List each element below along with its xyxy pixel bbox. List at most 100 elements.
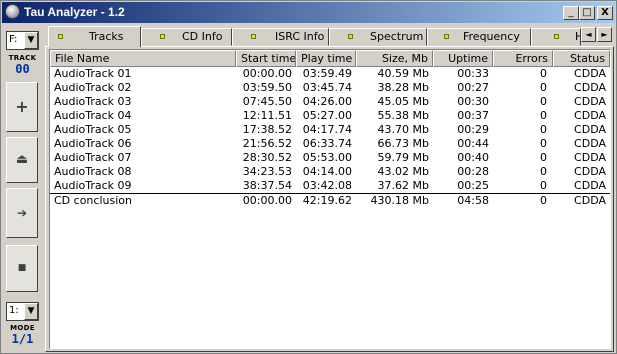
table-row[interactable]: AudioTrack 09 38:37.54 03:42.08 37.62 Mb 00:… xyxy=(50,179,610,193)
cell-play-time: 03:59.49 xyxy=(302,67,352,80)
tab-label: Frequency xyxy=(463,30,520,43)
cell-uptime: 00:25 xyxy=(457,179,489,192)
tab-scroll-left-button[interactable]: ◄ xyxy=(581,27,596,42)
cell-status: CDDA xyxy=(574,123,606,136)
status-led-icon xyxy=(251,34,256,39)
cell-uptime: 00:44 xyxy=(457,137,489,150)
column-header-status[interactable]: Status xyxy=(553,50,610,67)
column-header-errors[interactable]: Errors xyxy=(493,50,553,67)
tab-cd-info[interactable]: CD Info xyxy=(141,28,232,46)
cell-start-time: 38:37.54 xyxy=(242,179,292,192)
cell-play-time: 03:45.74 xyxy=(302,81,352,94)
cell-start-time: 07:45.50 xyxy=(242,95,292,108)
cell-start-time: 03:59.50 xyxy=(242,81,292,94)
tracks-panel: File Name Start time Play time Size, Mb … xyxy=(45,46,614,352)
cell-errors: 0 xyxy=(540,109,547,122)
cell-errors: 0 xyxy=(540,137,547,150)
cell-size: 45.05 Mb xyxy=(377,95,429,108)
table-row[interactable]: AudioTrack 07 28:30.52 05:53.00 59.79 Mb 00:… xyxy=(50,151,610,165)
cell-size: 43.70 Mb xyxy=(377,123,429,136)
table-row[interactable]: AudioTrack 05 17:38.52 04:17.74 43.70 Mb 00:… xyxy=(50,123,610,137)
cell-errors: 0 xyxy=(540,95,547,108)
cell-play-time: 06:33.74 xyxy=(302,137,352,150)
cell-start-time: 21:56.52 xyxy=(242,137,292,150)
cell-file-name: AudioTrack 09 xyxy=(54,179,132,192)
cell-status: CDDA xyxy=(574,194,606,207)
cell-file-name: CD conclusion xyxy=(54,194,132,207)
cell-play-time: 42:19.62 xyxy=(302,194,352,207)
cell-size: 59.79 Mb xyxy=(377,151,429,164)
column-header-uptime[interactable]: Uptime xyxy=(433,50,493,67)
cell-file-name: AudioTrack 04 xyxy=(54,109,132,122)
cell-play-time: 05:27.00 xyxy=(302,109,352,122)
arrow-right-icon: ► xyxy=(601,30,608,39)
cell-start-time: 34:23.53 xyxy=(242,165,292,178)
tab-label: Spectrum xyxy=(370,30,424,43)
title-bar[interactable]: Tau Analyzer - 1.2 _ □ X xyxy=(2,2,615,23)
cell-start-time: 00:00.00 xyxy=(242,194,292,207)
tab-label: Tracks xyxy=(89,30,124,43)
mode-value: 1/1 xyxy=(11,332,34,346)
column-header-start-time[interactable]: Start time xyxy=(236,50,296,67)
chevron-down-icon[interactable]: ▼ xyxy=(24,32,38,49)
table-row[interactable]: AudioTrack 03 07:45.50 04:26.00 45.05 Mb 00:… xyxy=(50,95,610,109)
close-button[interactable]: X xyxy=(597,6,613,20)
cell-size: 40.59 Mb xyxy=(377,67,429,80)
table-row[interactable]: AudioTrack 06 21:56.52 06:33.74 66.73 Mb 00:… xyxy=(50,137,610,151)
arrow-left-icon: ◄ xyxy=(585,30,592,39)
add-button[interactable]: + xyxy=(6,82,38,132)
cell-start-time: 12:11.51 xyxy=(242,109,292,122)
chevron-down-icon[interactable]: ▼ xyxy=(24,303,38,320)
next-icon: ➔ xyxy=(16,206,28,220)
status-led-icon xyxy=(58,34,63,39)
cell-status: CDDA xyxy=(574,67,606,80)
cell-start-time: 17:38.52 xyxy=(242,123,292,136)
cell-uptime: 00:30 xyxy=(457,95,489,108)
cell-uptime: 00:29 xyxy=(457,123,489,136)
column-header-play-time[interactable]: Play time xyxy=(296,50,356,67)
mode-label: MODE xyxy=(10,324,35,332)
cell-play-time: 04:17.74 xyxy=(302,123,352,136)
cell-uptime: 00:37 xyxy=(457,109,489,122)
maximize-button[interactable]: □ xyxy=(579,6,595,20)
table-row[interactable]: AudioTrack 02 03:59.50 03:45.74 38.28 Mb 00:… xyxy=(50,81,610,95)
table-row[interactable]: AudioTrack 01 00:00.00 03:59.49 40.59 Mb 00:… xyxy=(50,67,610,81)
column-header-file-name[interactable]: File Name xyxy=(50,50,236,67)
summary-row[interactable]: CD conclusion 00:00.00 42:19.62 430.18 Mb 04… xyxy=(50,193,610,208)
minimize-button[interactable]: _ xyxy=(563,6,579,20)
stop-button[interactable]: ■ xyxy=(6,245,38,292)
cell-errors: 0 xyxy=(540,194,547,207)
status-led-icon xyxy=(160,34,165,39)
table-header: File Name Start time Play time Size, Mb … xyxy=(50,50,610,67)
cell-status: CDDA xyxy=(574,165,606,178)
cell-status: CDDA xyxy=(574,151,606,164)
cell-errors: 0 xyxy=(540,81,547,94)
cell-uptime: 00:33 xyxy=(457,67,489,80)
track-label: TRACK xyxy=(8,54,37,62)
mode-select[interactable]: 1: ▼ xyxy=(6,302,39,321)
tab-label: ISRC Info xyxy=(275,30,325,43)
tab-tracks[interactable]: Tracks xyxy=(48,26,141,47)
left-control-panel: F: ▼ TRACK 00 + ⏏ ➔ ■ 1: ▼ MODE 1/1 xyxy=(4,27,41,351)
column-header-size[interactable]: Size, Mb xyxy=(356,50,433,67)
tab-h[interactable]: H xyxy=(531,28,581,46)
eject-icon: ⏏ xyxy=(15,152,29,167)
cell-size: 55.38 Mb xyxy=(377,109,429,122)
add-icon: + xyxy=(15,97,29,116)
tab-frequency[interactable]: Frequency xyxy=(427,28,531,46)
eject-button[interactable]: ⏏ xyxy=(6,137,38,183)
tab-spectrum[interactable]: Spectrum xyxy=(329,28,427,46)
tracks-table[interactable]: File Name Start time Play time Size, Mb … xyxy=(49,49,611,349)
cell-file-name: AudioTrack 02 xyxy=(54,81,132,94)
tab-scroll-right-button[interactable]: ► xyxy=(597,27,612,42)
tab-bar: Tracks CD Info ISRC Info Spectrum Freque… xyxy=(45,26,614,47)
app-window: Tau Analyzer - 1.2 _ □ X F: ▼ TRACK 00 +… xyxy=(0,0,617,354)
next-button[interactable]: ➔ xyxy=(6,188,38,238)
tab-isrc-info[interactable]: ISRC Info xyxy=(232,28,329,46)
status-led-icon xyxy=(348,34,353,39)
tab-label: CD Info xyxy=(182,30,223,43)
drive-select[interactable]: F: ▼ xyxy=(6,31,39,50)
mode-select-value: 1: xyxy=(9,305,19,316)
table-row[interactable]: AudioTrack 04 12:11.51 05:27.00 55.38 Mb 00:… xyxy=(50,109,610,123)
table-row[interactable]: AudioTrack 08 34:23.53 04:14.00 43.02 Mb 00:… xyxy=(50,165,610,179)
